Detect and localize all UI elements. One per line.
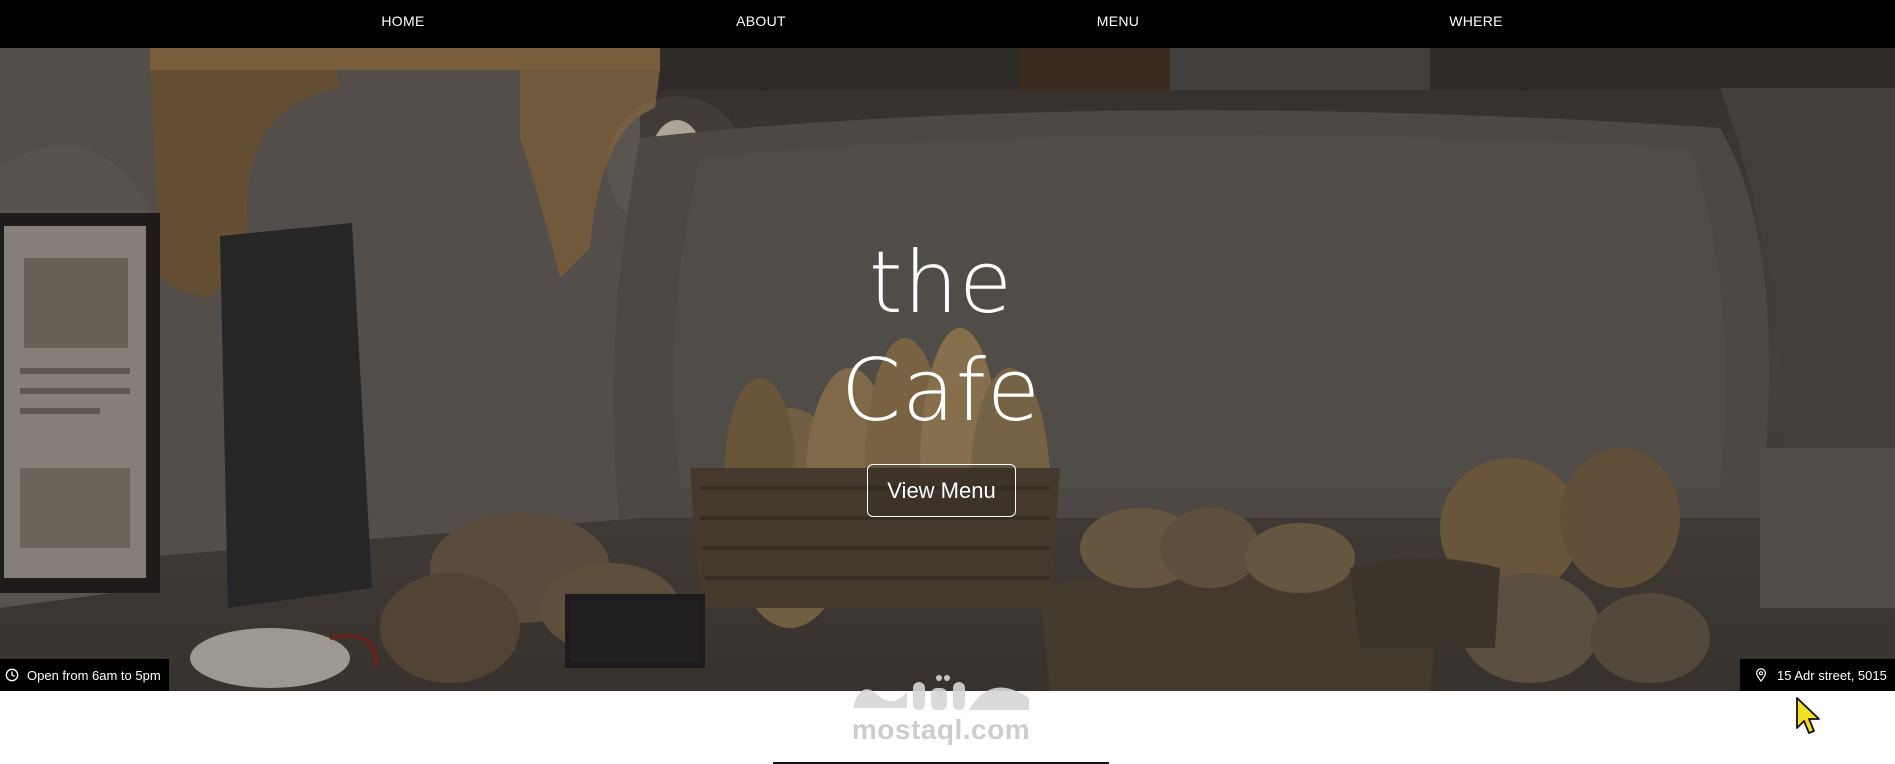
hero-title-line2: Cafe — [841, 341, 1041, 441]
nav-about-link[interactable]: ABOUT — [736, 13, 786, 29]
opening-hours-badge: Open from 6am to 5pm — [0, 659, 169, 691]
clock-icon — [5, 668, 19, 682]
watermark-domain: mostaql.com — [851, 714, 1031, 745]
nav-home-link[interactable]: HOME — [381, 13, 424, 29]
opening-hours-text: Open from 6am to 5pm — [27, 667, 161, 683]
hero-section: the Cafe View Menu Open from 6am to 5pm … — [0, 48, 1895, 691]
view-menu-button[interactable]: View Menu — [867, 464, 1016, 517]
top-nav: HOME ABOUT MENU WHERE — [0, 0, 1895, 48]
address-badge: 15 Adr street, 5015 — [1740, 659, 1895, 691]
mostaql-watermark: mostaql.com — [841, 668, 1041, 746]
map-pin-icon — [1756, 668, 1766, 682]
mouse-cursor-icon — [1796, 697, 1820, 734]
nav-where-link[interactable]: WHERE — [1449, 13, 1503, 29]
address-text: 15 Adr street, 5015 — [1777, 667, 1887, 683]
nav-menu-link[interactable]: MENU — [1097, 13, 1139, 29]
hero-title-line1: the — [868, 233, 1014, 333]
